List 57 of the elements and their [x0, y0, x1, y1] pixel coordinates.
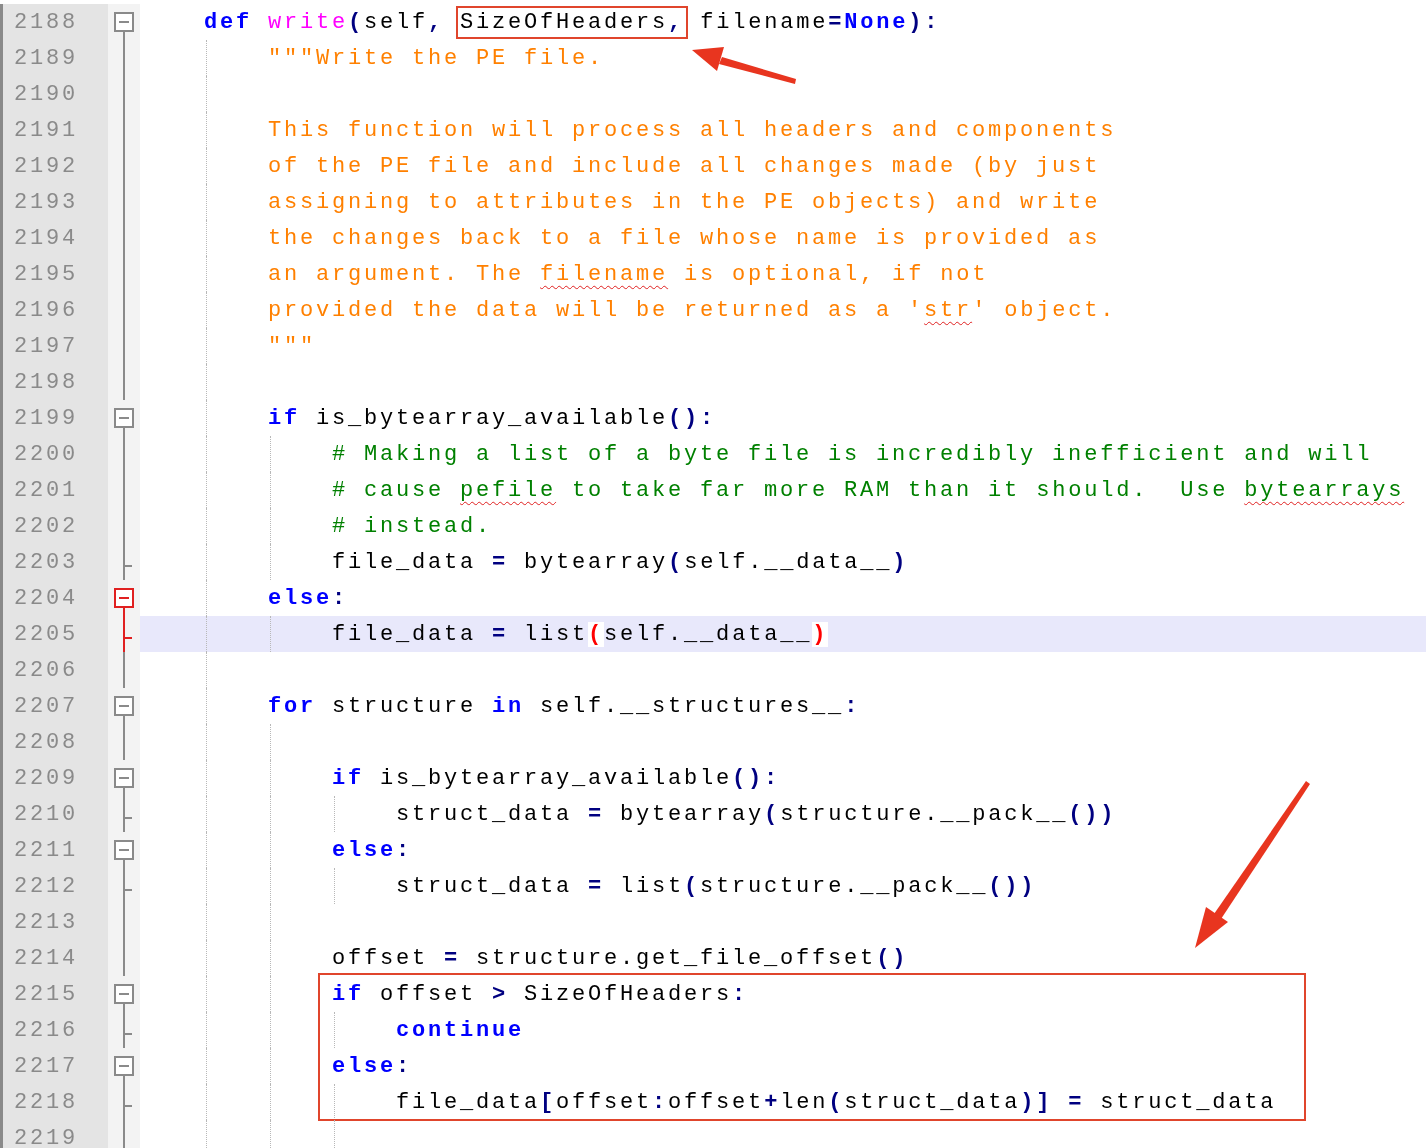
code-line: """Write the PE file.	[267, 45, 605, 71]
line-number: 2212	[14, 873, 78, 899]
code-line: # instead.	[331, 513, 493, 539]
code-line: file_data = list(self.__data__)	[331, 621, 829, 647]
line-number: 2190	[14, 81, 78, 107]
line-number: 2203	[14, 549, 78, 575]
line-number: 2216	[14, 1017, 78, 1043]
code-line: if offset > SizeOfHeaders:	[331, 981, 749, 1007]
code-line: struct_data = list(structure.__pack__())	[395, 873, 1037, 899]
code-line: assigning to attributes in the PE objects) and write	[267, 189, 1101, 215]
code-line: of the PE file and include all changes made (by just	[267, 153, 1101, 179]
line-number: 2217	[14, 1053, 78, 1079]
code-line: else:	[267, 585, 349, 611]
code-line: if is_bytearray_available():	[331, 765, 781, 791]
code-line: # Making a list of a byte file is incredibly inefficient and will	[331, 441, 1373, 467]
line-number: 2210	[14, 801, 78, 827]
line-number: 2209	[14, 765, 78, 791]
line-number: 2208	[14, 729, 78, 755]
code-line: struct_data = bytearray(structure.__pack__())	[395, 801, 1117, 827]
line-number: 2215	[14, 981, 78, 1007]
line-number: 2213	[14, 909, 78, 935]
code-line: an argument. The filename is optional, if not	[267, 261, 989, 287]
code-line: else:	[331, 1053, 413, 1079]
code-line: # cause pefile to take far more RAM than it should. Use bytearrays	[331, 477, 1405, 503]
code-line: continue	[395, 1017, 525, 1043]
line-number: 2211	[14, 837, 78, 863]
line-number: 2192	[14, 153, 78, 179]
line-number: 2205	[14, 621, 78, 647]
line-number: 2193	[14, 189, 78, 215]
line-number: 2207	[14, 693, 78, 719]
line-number: 2219	[14, 1125, 78, 1148]
line-number: 2194	[14, 225, 78, 251]
line-number: 2204	[14, 585, 78, 611]
line-number: 2189	[14, 45, 78, 71]
line-number: 2195	[14, 261, 78, 287]
line-number: 2196	[14, 297, 78, 323]
code-line: file_data = bytearray(self.__data__)	[331, 549, 909, 575]
line-number: 2200	[14, 441, 78, 467]
code-line: if is_bytearray_available():	[267, 405, 717, 431]
line-number: 2206	[14, 657, 78, 683]
code-line: file_data[offset:offset+len(struct_data)] = struct_data	[395, 1089, 1277, 1115]
code-line: provided the data will be returned as a 'str' object.	[267, 297, 1117, 323]
code-line: else:	[331, 837, 413, 863]
code-line: offset = structure.get_file_offset()	[331, 945, 909, 971]
line-number: 2202	[14, 513, 78, 539]
line-number: 2214	[14, 945, 78, 971]
line-number: 2191	[14, 117, 78, 143]
line-number: 2197	[14, 333, 78, 359]
code-line: This function will process all headers and components	[267, 117, 1117, 143]
line-number: 2198	[14, 369, 78, 395]
code-line: """	[267, 333, 317, 359]
code-line: the changes back to a file whose name is provided as	[267, 225, 1101, 251]
line-number: 2199	[14, 405, 78, 431]
code-line: for structure in self.__structures__:	[267, 693, 861, 719]
line-number: 2201	[14, 477, 78, 503]
line-number: 2188	[14, 9, 78, 35]
line-number: 2218	[14, 1089, 78, 1115]
